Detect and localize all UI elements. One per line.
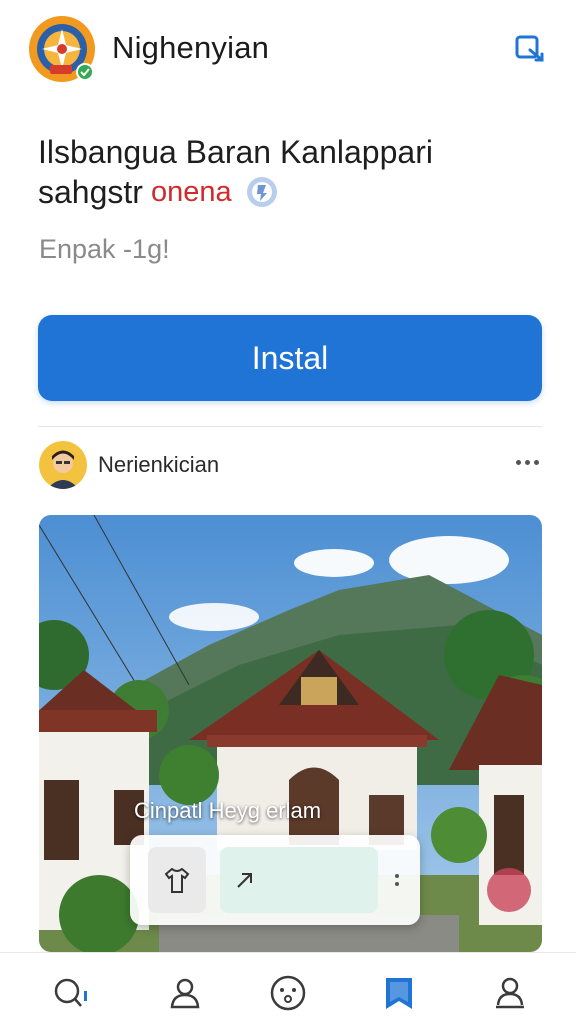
app-name: Nighenyian <box>112 30 270 65</box>
bookmark-icon[interactable] <box>377 971 421 1015</box>
headline-line-2: sahgstr onena <box>38 172 548 212</box>
overlay-input[interactable] <box>220 847 378 913</box>
avatar[interactable] <box>39 441 87 489</box>
verified-badge-icon <box>246 176 278 208</box>
overlay-more-icon[interactable] <box>392 865 402 895</box>
image-caption: Cinpatl Heyg erlam <box>134 798 322 823</box>
subtitle: Enpak -1g! <box>39 234 170 264</box>
headline-line-1: Ilsbangua Baran Kanlappari <box>38 134 433 170</box>
account-icon[interactable] <box>488 971 532 1015</box>
overlay-card <box>130 835 420 925</box>
divider <box>38 426 542 427</box>
post-image[interactable]: Cinpatl Heyg erlam <box>39 515 542 952</box>
headline: Ilsbangua Baran Kanlappari sahgstr onena <box>38 132 548 212</box>
emoji-icon[interactable] <box>266 971 310 1015</box>
post-author-name[interactable]: Nerienkician <box>98 452 219 478</box>
bottom-nav <box>0 952 576 1024</box>
shirt-icon[interactable] <box>148 847 206 913</box>
share-icon[interactable] <box>512 30 548 66</box>
profile-icon[interactable] <box>163 971 207 1015</box>
install-button[interactable]: Instal <box>38 315 542 401</box>
compass-logo-icon[interactable] <box>28 15 96 83</box>
app-header: Nighenyian <box>0 0 576 100</box>
more-options-icon[interactable] <box>512 450 542 474</box>
arrow-up-right-icon <box>237 873 252 888</box>
search-icon[interactable] <box>48 971 92 1015</box>
headline-text: sahgstr <box>38 174 143 210</box>
headline-accent: onena <box>150 176 232 208</box>
